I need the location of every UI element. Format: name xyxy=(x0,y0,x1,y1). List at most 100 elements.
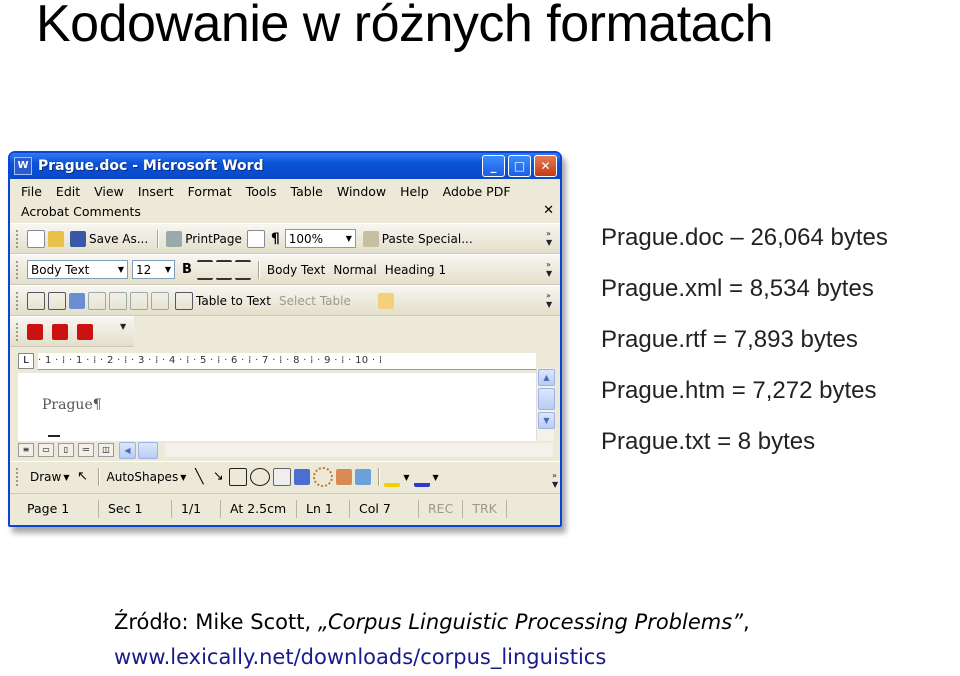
chevron-down-icon[interactable]: ▼ xyxy=(403,473,409,482)
toolbar-grip[interactable] xyxy=(16,229,21,248)
zoom-combo[interactable]: 100% ▼ xyxy=(284,229,356,248)
menu-help[interactable]: Help xyxy=(393,184,436,199)
menu-adobe-pdf[interactable]: Adobe PDF xyxy=(436,184,518,199)
print-preview-icon[interactable] xyxy=(246,229,265,248)
rectangle-icon[interactable] xyxy=(229,468,248,486)
numbering-icon[interactable] xyxy=(215,259,232,280)
picture-icon[interactable] xyxy=(355,469,372,485)
wordart-icon[interactable] xyxy=(294,469,311,485)
menu-file[interactable]: File xyxy=(14,184,49,199)
close-button[interactable]: ✕ xyxy=(534,155,557,177)
draw-menu-button[interactable]: Draw ▼ xyxy=(27,467,73,487)
pdf-review-icon[interactable] xyxy=(77,323,93,340)
toolbar-grip[interactable] xyxy=(16,260,21,279)
style-normal-button[interactable]: Normal xyxy=(330,260,379,280)
convert-to-pdf-icon[interactable] xyxy=(27,323,43,340)
tab-selector-icon[interactable]: L xyxy=(18,353,34,369)
save-as-button[interactable]: Save As... xyxy=(67,229,151,249)
fill-color-icon[interactable] xyxy=(384,467,401,487)
status-rec[interactable]: REC xyxy=(419,500,464,518)
vertical-scrollbar[interactable]: ▲ ▼ xyxy=(536,368,555,441)
document-text[interactable]: Prague¶ xyxy=(42,397,102,413)
bullets-icon[interactable] xyxy=(234,259,251,280)
horizontal-scroll-thumb[interactable] xyxy=(138,441,158,459)
paste-special-button[interactable]: Paste Special... xyxy=(360,229,476,249)
open-folder-icon[interactable] xyxy=(48,230,64,247)
table-to-text-button[interactable]: Table to Text xyxy=(172,291,274,311)
scroll-left-icon[interactable]: ◀ xyxy=(119,441,136,459)
outline-view-icon[interactable]: ≔ xyxy=(78,443,94,457)
menu-table[interactable]: Table xyxy=(284,184,330,199)
reading-view-icon[interactable]: ◫ xyxy=(98,443,114,457)
wizard-icon[interactable] xyxy=(377,292,394,309)
menu-acrobat-comments[interactable]: Acrobat Comments xyxy=(14,204,148,219)
toolbar-grip[interactable] xyxy=(16,291,21,310)
style-heading1-button[interactable]: Heading 1 xyxy=(382,260,449,280)
minimize-button[interactable]: _ xyxy=(482,155,505,177)
align-icon[interactable] xyxy=(130,291,148,310)
menu-view[interactable]: View xyxy=(87,184,131,199)
word-app-icon[interactable]: W xyxy=(14,157,32,175)
select-objects-icon[interactable]: ↖ xyxy=(75,469,91,485)
source-url[interactable]: www.lexically.net/downloads/corpus_lingu… xyxy=(114,645,606,669)
oval-icon[interactable] xyxy=(250,468,271,486)
toolbar-separator xyxy=(257,260,260,279)
toolbar-options-icon[interactable]: » ▼ xyxy=(546,291,556,309)
menu-tools[interactable]: Tools xyxy=(239,184,284,199)
web-view-icon[interactable]: ▭ xyxy=(38,443,54,457)
print-layout-icon[interactable]: ▯ xyxy=(58,443,74,457)
toolbar-grip[interactable] xyxy=(16,468,21,486)
title-bar[interactable]: W Prague.doc - Microsoft Word _ □ ✕ xyxy=(10,153,560,179)
table-grid-icon[interactable] xyxy=(48,291,66,310)
print-page-button[interactable]: PrintPage xyxy=(163,229,245,249)
split-cells-icon[interactable] xyxy=(109,291,127,310)
arrow-icon[interactable]: ↘ xyxy=(210,469,226,485)
menu-edit[interactable]: Edit xyxy=(49,184,87,199)
toolbar-options-icon[interactable]: » ▼ xyxy=(546,260,556,278)
toolbar-grip[interactable] xyxy=(16,322,21,341)
horizontal-ruler[interactable]: · 1 · ⁞ · 1 · ⁞ · 2 · ⁞ · 3 · ⁞ · 4 · ⁞ … xyxy=(38,353,536,370)
edit-icon[interactable] xyxy=(27,291,45,310)
document-area[interactable]: Prague¶ xyxy=(18,373,536,441)
scroll-thumb[interactable] xyxy=(538,388,555,410)
show-formatting-button[interactable]: ¶ xyxy=(268,229,283,249)
justify-icon[interactable] xyxy=(196,259,213,280)
menu-format[interactable]: Format xyxy=(181,184,239,199)
menu-window[interactable]: Window xyxy=(330,184,393,199)
toolbar-options-icon[interactable]: ▼ xyxy=(120,322,130,331)
chevron-down-icon[interactable]: ▼ xyxy=(162,261,174,278)
clip-art-icon[interactable] xyxy=(336,469,353,485)
chevron-down-icon[interactable]: ▼ xyxy=(433,473,439,482)
select-table-button[interactable]: Select Table xyxy=(276,291,354,311)
diagram-icon[interactable] xyxy=(313,467,334,487)
new-document-icon[interactable] xyxy=(27,229,45,248)
toolbar-options-icon[interactable]: » ▼ xyxy=(546,229,556,247)
pdf-email-icon[interactable] xyxy=(52,323,68,340)
autoshapes-button[interactable]: AutoShapes ▼ xyxy=(104,467,190,487)
toolbar-options-icon[interactable]: » ▼ xyxy=(552,471,560,489)
font-size-combo[interactable]: 12 ▼ xyxy=(132,260,175,279)
bold-button[interactable]: B xyxy=(179,260,195,280)
style-body-text-button[interactable]: Body Text xyxy=(264,260,328,280)
paste-special-label: Paste Special... xyxy=(381,231,473,246)
style-combo[interactable]: Body Text ▼ xyxy=(27,260,128,279)
maximize-button[interactable]: □ xyxy=(508,155,531,177)
horizontal-scrollbar[interactable] xyxy=(165,443,553,457)
toolbar-separator xyxy=(97,468,100,486)
menu-insert[interactable]: Insert xyxy=(131,184,181,199)
merge-cells-icon[interactable] xyxy=(88,291,106,310)
sort-icon[interactable] xyxy=(151,291,169,310)
standard-toolbar: Save As... PrintPage ¶ 100% ▼ Paste Spec… xyxy=(10,223,560,254)
fill-color-icon[interactable] xyxy=(69,292,85,309)
scroll-down-icon[interactable]: ▼ xyxy=(538,412,555,429)
formatting-toolbar: Body Text ▼ 12 ▼ B Body Text Normal Head… xyxy=(10,254,560,285)
line-icon[interactable]: ╲ xyxy=(191,469,207,485)
normal-view-icon[interactable]: ≡ xyxy=(18,443,34,457)
line-color-icon[interactable] xyxy=(413,467,430,487)
document-close-icon[interactable]: ✕ xyxy=(543,203,554,218)
text-box-icon[interactable] xyxy=(273,468,292,486)
scroll-up-icon[interactable]: ▲ xyxy=(538,369,555,386)
status-trk[interactable]: TRK xyxy=(463,500,507,518)
chevron-down-icon[interactable]: ▼ xyxy=(343,230,355,247)
chevron-down-icon[interactable]: ▼ xyxy=(115,261,127,278)
